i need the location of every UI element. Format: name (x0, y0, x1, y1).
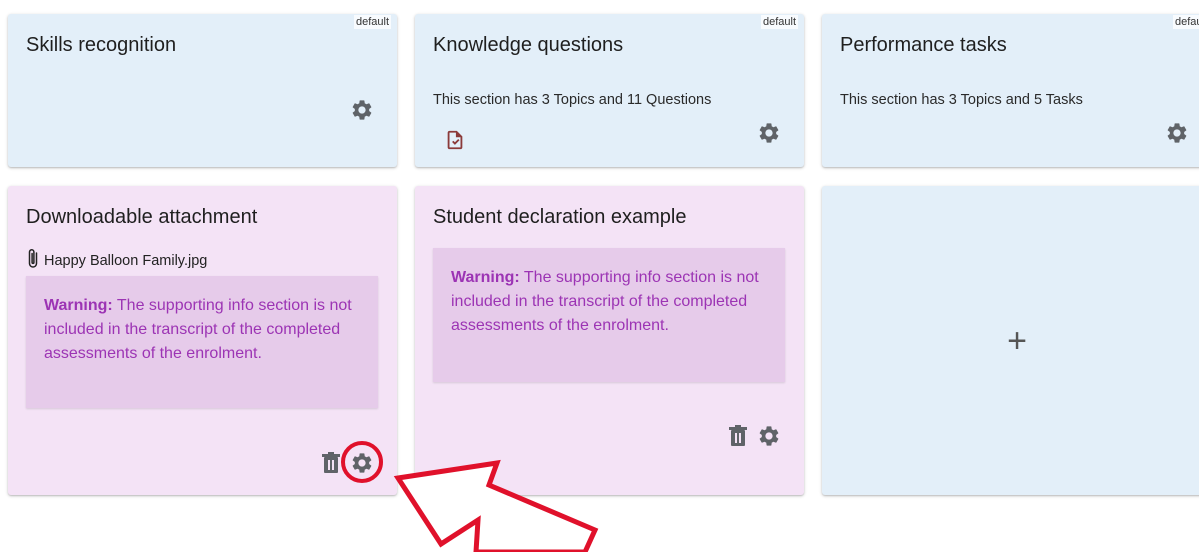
settings-gear-icon[interactable] (349, 450, 375, 476)
card-title: Knowledge questions (433, 34, 624, 56)
settings-gear-icon[interactable] (756, 423, 782, 449)
default-badge: defau (1173, 15, 1199, 29)
warning-label: Warning: (44, 297, 113, 314)
supporting-info-warning: Warning: The supporting info section is … (26, 276, 378, 408)
card-skills-recognition[interactable]: default Skills recognition (8, 14, 397, 167)
paperclip-icon (26, 248, 40, 274)
settings-gear-icon[interactable] (349, 97, 375, 123)
default-badge: default (760, 15, 798, 29)
trash-icon[interactable] (318, 450, 344, 476)
card-title: Downloadable attachment (26, 206, 258, 228)
card-title: Performance tasks (840, 34, 1007, 56)
default-badge: default (353, 15, 391, 29)
plus-icon[interactable]: + (1007, 324, 1027, 358)
attachment-link[interactable]: Happy Balloon Family.jpg (26, 248, 207, 274)
card-summary: This section has 3 Topics and 5 Tasks (840, 92, 1083, 108)
attachment-filename: Happy Balloon Family.jpg (44, 253, 208, 269)
card-summary: This section has 3 Topics and 11 Questio… (433, 92, 712, 108)
settings-gear-icon[interactable] (1164, 120, 1190, 146)
card-downloadable-attachment[interactable]: Downloadable attachment Happy Balloon Fa… (8, 186, 397, 495)
sections-grid: default Skills recognition default Knowl… (0, 0, 1199, 552)
card-title: Skills recognition (26, 34, 177, 56)
card-performance-tasks[interactable]: defau Performance tasks This section has… (822, 14, 1199, 167)
card-student-declaration[interactable]: Student declaration example Warning: The… (415, 186, 804, 495)
supporting-info-warning: Warning: The supporting info section is … (433, 248, 785, 382)
card-title: Student declaration example (433, 206, 687, 228)
card-knowledge-questions[interactable]: default Knowledge questions This section… (415, 14, 804, 167)
document-check-icon[interactable] (442, 127, 468, 153)
settings-gear-icon[interactable] (756, 120, 782, 146)
warning-label: Warning: (451, 269, 520, 286)
trash-icon[interactable] (725, 423, 751, 449)
add-section-card[interactable]: + (822, 186, 1199, 495)
